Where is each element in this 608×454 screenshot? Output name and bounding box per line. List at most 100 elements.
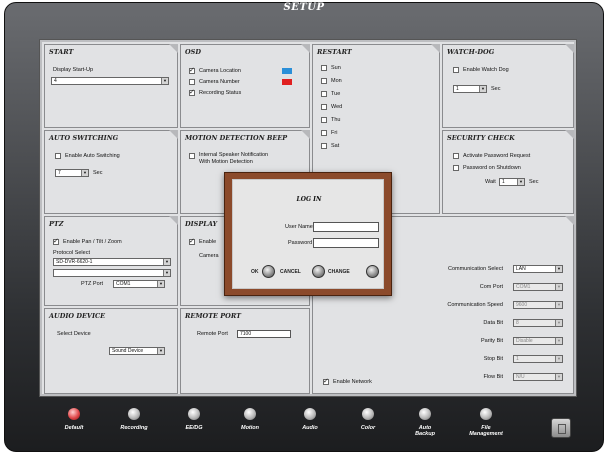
default-icon [68,408,80,420]
audio-icon [304,408,316,420]
remote-port-input[interactable]: 7100 [237,330,291,338]
audio-title: AUDIO DEVICE [49,312,106,320]
camera-location-checkbox[interactable] [189,66,195,74]
restart-thu-checkbox[interactable] [321,117,327,123]
stop-bit-label: Stop Bit [483,356,503,362]
auto-backup-icon [419,408,431,420]
restart-mon-label: Mon [331,78,342,84]
enable-network-label: Enable Network [333,379,372,385]
toolbar-motion-label: Motion [240,425,260,431]
watchdog-select[interactable]: 1 ▼ [453,85,487,93]
start-title: START [49,48,74,56]
change-button[interactable] [366,265,379,278]
password-shutdown-checkbox[interactable] [453,165,459,171]
auto-switching-label: Enable Auto Switching [65,153,120,159]
security-title: SECURITY CHECK [447,134,515,142]
motion-beep-line1: Internal Speaker Notification [199,152,269,158]
restart-title: RESTART [317,48,352,56]
toolbar-color-label: Color [360,425,376,431]
display-camera-label: Camera [199,253,219,259]
camera-number-color[interactable] [282,79,292,85]
toolbar-file-management-label: File Management [469,425,503,437]
ok-button[interactable] [262,265,275,278]
watchdog-label: Enable Watch Dog [463,67,509,73]
toolbar-recording[interactable]: Recording [104,408,164,431]
ptz-enable-checkbox[interactable] [53,237,59,245]
stop-bit-select[interactable]: 1 ▼ [513,355,563,363]
motion-icon [244,408,256,420]
password-request-label: Activate Password Request [463,153,531,159]
motion-beep-checkbox[interactable] [189,153,195,159]
toolbar-auto-backup-label: Auto Backup [415,425,435,437]
window-title: SETUP [283,2,325,13]
restart-mon-checkbox[interactable] [321,78,327,84]
restart-thu-label: Thu [331,117,341,123]
com-port-select[interactable]: COM1 ▼ [513,283,563,291]
toolbar-ee-dg-label: EE/DG [185,425,203,431]
restart-sun-label: Sun [331,65,341,71]
toolbar-ee-dg[interactable]: EE/DG [164,408,224,431]
cancel-button[interactable] [312,265,325,278]
camera-location-color[interactable] [282,68,292,74]
password-request-checkbox[interactable] [453,153,459,159]
flow-bit-select[interactable]: N/U ▼ [513,373,563,381]
username-input[interactable] [313,222,379,232]
protocol-select-label: Protocol Select [53,250,90,256]
toolbar-color[interactable]: Color [338,408,398,431]
enable-network-checkbox[interactable] [323,377,329,385]
data-bit-select[interactable]: 8 ▼ [513,319,563,327]
camera-number-label: Camera Number [199,79,240,85]
auto-switching-checkbox[interactable] [55,153,61,159]
communication-select-label: Communication Select [447,266,503,272]
communication-speed-select[interactable]: 9600 ▼ [513,301,563,309]
restart-sun-checkbox[interactable] [321,65,327,71]
watchdog-unit: Sec [491,86,501,92]
restart-fri-checkbox[interactable] [321,130,327,136]
communication-select[interactable]: LAN ▼ [513,265,563,273]
parity-bit-select[interactable]: Disable ▼ [513,337,563,345]
toolbar-default[interactable]: Default [44,408,104,431]
recording-status-checkbox[interactable] [189,88,195,96]
password-input[interactable] [313,238,379,248]
file-management-icon [480,408,492,420]
remote-port-label: Remote Port [197,331,228,337]
wait-label: Wait [485,179,496,185]
color-icon [362,408,374,420]
display-startup-select[interactable]: 4 ▼ [51,77,169,85]
protocol-select-secondary[interactable]: ▼ [53,269,171,277]
restart-sat-checkbox[interactable] [321,143,327,149]
exit-button[interactable] [551,418,571,438]
login-title: LOG IN [296,196,322,203]
motion-beep-line2: With Motion Detection [199,159,253,165]
display-title: DISPLAY [185,220,218,228]
ee-dg-icon [188,408,200,420]
wait-unit: Sec [529,179,539,185]
ptz-port-select[interactable]: COM1 ▼ [113,280,165,288]
display-enable-label: Enable [199,239,217,245]
toolbar-auto-backup[interactable]: Auto Backup [398,408,452,437]
camera-number-checkbox[interactable] [189,79,195,85]
login-inner: LOG IN User Name Password OK CANCEL CHAN… [232,179,384,289]
auto-switching-unit: Sec [93,170,103,176]
restart-wed-checkbox[interactable] [321,104,327,110]
com-port-label: Com Port [479,284,503,290]
restart-tue-checkbox[interactable] [321,91,327,97]
protocol-select[interactable]: SD-DVR-6620-1 ▼ [53,258,171,266]
recording-icon [128,408,140,420]
audio-panel: AUDIO DEVICE Select Device Sound Device ▼ [44,308,178,394]
toolbar-file-management[interactable]: File Management [456,408,516,437]
watchdog-checkbox[interactable] [453,67,459,73]
display-enable-checkbox[interactable] [189,237,195,245]
toolbar-motion[interactable]: Motion [220,408,280,431]
audio-device-select[interactable]: Sound Device ▼ [109,347,165,355]
password-shutdown-label: Password on Shutdown [463,165,521,171]
flow-bit-label: Flow Bit [483,374,503,380]
toolbar-audio[interactable]: Audio [280,408,340,431]
wait-select[interactable]: 1 ▼ [499,178,525,186]
auto-switching-select[interactable]: 7 ▼ [55,169,89,177]
start-panel: START Display Start-Up 4 ▼ [44,44,178,128]
select-device-label: Select Device [57,331,91,337]
change-label: CHANGE [328,269,350,275]
ptz-enable-label: Enable Pan / Tilt / Zoom [63,239,122,245]
remote-port-panel: REMOTE PORT Remote Port 7100 [180,308,310,394]
